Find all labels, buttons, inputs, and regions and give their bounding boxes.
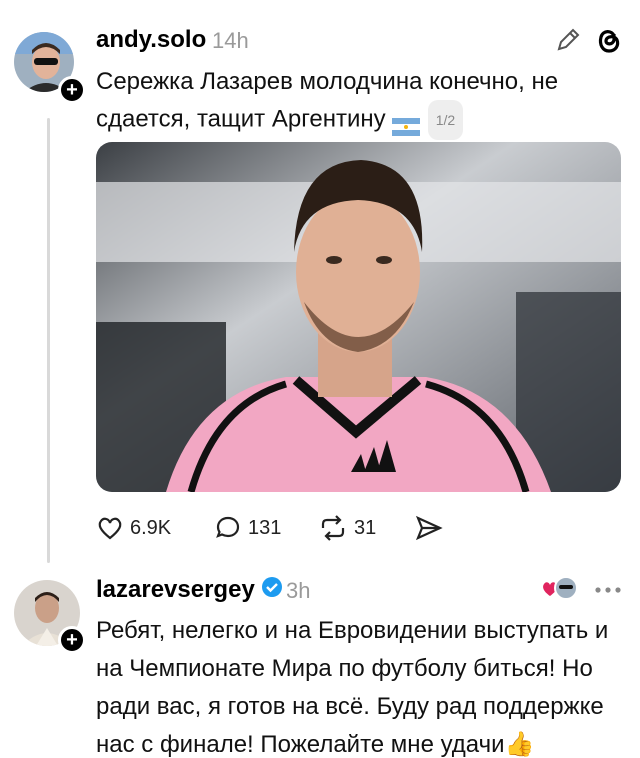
post-text-line1: Сережка Лазарев молодчина конечно, не [96, 68, 559, 95]
follow-plus-button-2[interactable]: + [58, 626, 86, 654]
heart-icon [98, 517, 122, 540]
argentina-flag-icon [391, 111, 420, 136]
like-count: 6.9K [130, 516, 172, 539]
post-timestamp: 14h [212, 28, 249, 53]
post-timestamp-2: 3h [286, 578, 311, 603]
post-text-2: Ребят, нелегко и на Евровидении выступат… [96, 617, 609, 758]
repost-icon [321, 515, 345, 541]
share-button[interactable] [414, 514, 450, 542]
post-text-line2: сдается, тащит Аргентину 1/2 [96, 100, 616, 140]
post-username-2[interactable]: lazarevsergey [96, 576, 283, 605]
follow-plus-button[interactable]: + [58, 76, 86, 104]
thread-connector-line [47, 118, 50, 563]
liked-by-avatar[interactable] [540, 574, 580, 609]
media-page-indicator: 1/2 [427, 100, 464, 140]
like-button[interactable]: 6.9K [96, 514, 171, 542]
repost-count: 31 [354, 516, 377, 539]
comment-button[interactable]: 131 [214, 514, 281, 542]
repost-button[interactable]: 31 [318, 514, 376, 542]
threads-logo-icon[interactable] [592, 24, 624, 61]
comment-icon [216, 516, 240, 538]
post-text-line2-text: сдается, тащит Аргентину [96, 105, 386, 133]
verified-badge-icon [261, 576, 283, 605]
post-photo[interactable] [96, 142, 621, 492]
more-icon[interactable] [594, 582, 622, 600]
post-username[interactable]: andy.solo [96, 26, 206, 54]
pencil-icon[interactable] [554, 26, 582, 59]
post-username-2-text: lazarevsergey [96, 576, 255, 603]
send-icon [415, 515, 443, 541]
comment-count: 131 [248, 516, 282, 539]
post-text: Сережка Лазарев молодчина конечно, не сд… [96, 64, 616, 140]
